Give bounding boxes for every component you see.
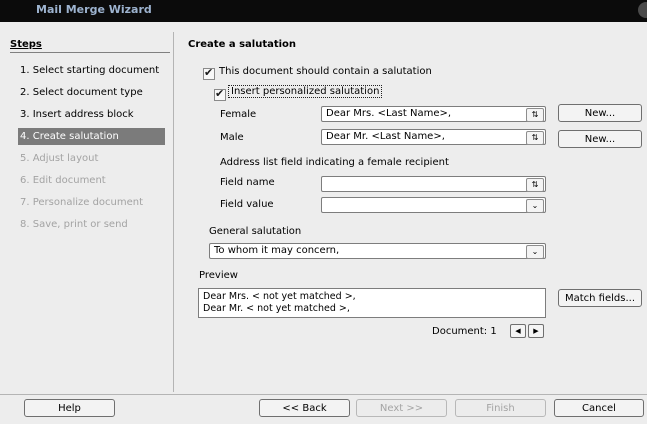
window-title: Mail Merge Wizard (36, 3, 152, 16)
section-title: Create a salutation (188, 39, 297, 50)
personalized-salutation-checkbox[interactable] (214, 87, 226, 101)
field-name-label: Field name (220, 177, 275, 188)
spin-icon[interactable]: ⇅ (526, 131, 544, 145)
preview-line-2: Dear Mr. < not yet matched >, (203, 303, 350, 314)
step-2[interactable]: 2. Select document type (20, 84, 143, 101)
wizard-body: Steps 1. Select starting document 2. Sel… (0, 22, 647, 424)
general-salutation-combobox[interactable]: To whom it may concern, ⌄ (209, 243, 546, 259)
next-document-icon[interactable]: ▶ (528, 324, 544, 338)
address-field-heading: Address list field indicating a female r… (220, 157, 449, 168)
document-counter: Document: 1 (432, 326, 497, 337)
field-value-combobox[interactable]: ⌄ (321, 197, 546, 213)
contain-salutation-label: This document should contain a salutatio… (219, 66, 432, 77)
male-label: Male (220, 132, 244, 143)
match-fields-button[interactable]: Match fields... (558, 289, 642, 307)
step-6: 6. Edit document (20, 175, 106, 186)
contain-salutation-checkbox[interactable] (203, 66, 215, 80)
help-button[interactable]: Help (24, 399, 115, 417)
general-salutation-label: General salutation (209, 226, 302, 237)
chevron-down-icon[interactable]: ⌄ (526, 199, 544, 213)
spin-icon[interactable]: ⇅ (526, 178, 544, 192)
chevron-down-icon[interactable]: ⌄ (526, 245, 544, 259)
male-new-button[interactable]: New... (558, 130, 642, 148)
female-label: Female (220, 109, 257, 120)
male-combobox[interactable]: Dear Mr. <Last Name>, ⇅ (321, 129, 546, 145)
general-salutation-value: To whom it may concern, (214, 245, 340, 256)
female-combobox[interactable]: Dear Mrs. <Last Name>, ⇅ (321, 106, 546, 122)
personalized-salutation-label: Insert personalized salutation (228, 85, 383, 98)
next-button[interactable]: Next >> (356, 399, 447, 417)
step-4-current[interactable]: 4. Create salutation (18, 128, 165, 145)
male-value: Dear Mr. <Last Name>, (326, 131, 445, 142)
female-new-button[interactable]: New... (558, 104, 642, 122)
title-bar: Mail Merge Wizard (0, 0, 647, 22)
footer-divider (0, 394, 647, 395)
cancel-button[interactable]: Cancel (554, 399, 644, 417)
back-button[interactable]: << Back (259, 399, 350, 417)
step-1[interactable]: 1. Select starting document (20, 62, 159, 79)
female-value: Dear Mrs. <Last Name>, (326, 108, 452, 119)
previous-document-icon[interactable]: ◀ (510, 324, 526, 338)
step-7: 7. Personalize document (20, 197, 144, 208)
finish-button[interactable]: Finish (455, 399, 546, 417)
step-3[interactable]: 3. Insert address block (20, 106, 134, 123)
preview-line-1: Dear Mrs. < not yet matched >, (203, 291, 356, 302)
steps-divider (10, 52, 170, 53)
window-control-icon[interactable] (638, 2, 647, 18)
field-value-label: Field value (220, 199, 274, 210)
steps-heading: Steps (10, 39, 42, 50)
step-8: 8. Save, print or send (20, 219, 128, 230)
spin-icon[interactable]: ⇅ (526, 108, 544, 122)
preview-box: Dear Mrs. < not yet matched >, Dear Mr. … (198, 288, 546, 318)
field-name-combobox[interactable]: ⇅ (321, 176, 546, 192)
preview-label: Preview (199, 270, 238, 281)
panel-divider (173, 32, 174, 392)
step-5: 5. Adjust layout (20, 153, 99, 164)
